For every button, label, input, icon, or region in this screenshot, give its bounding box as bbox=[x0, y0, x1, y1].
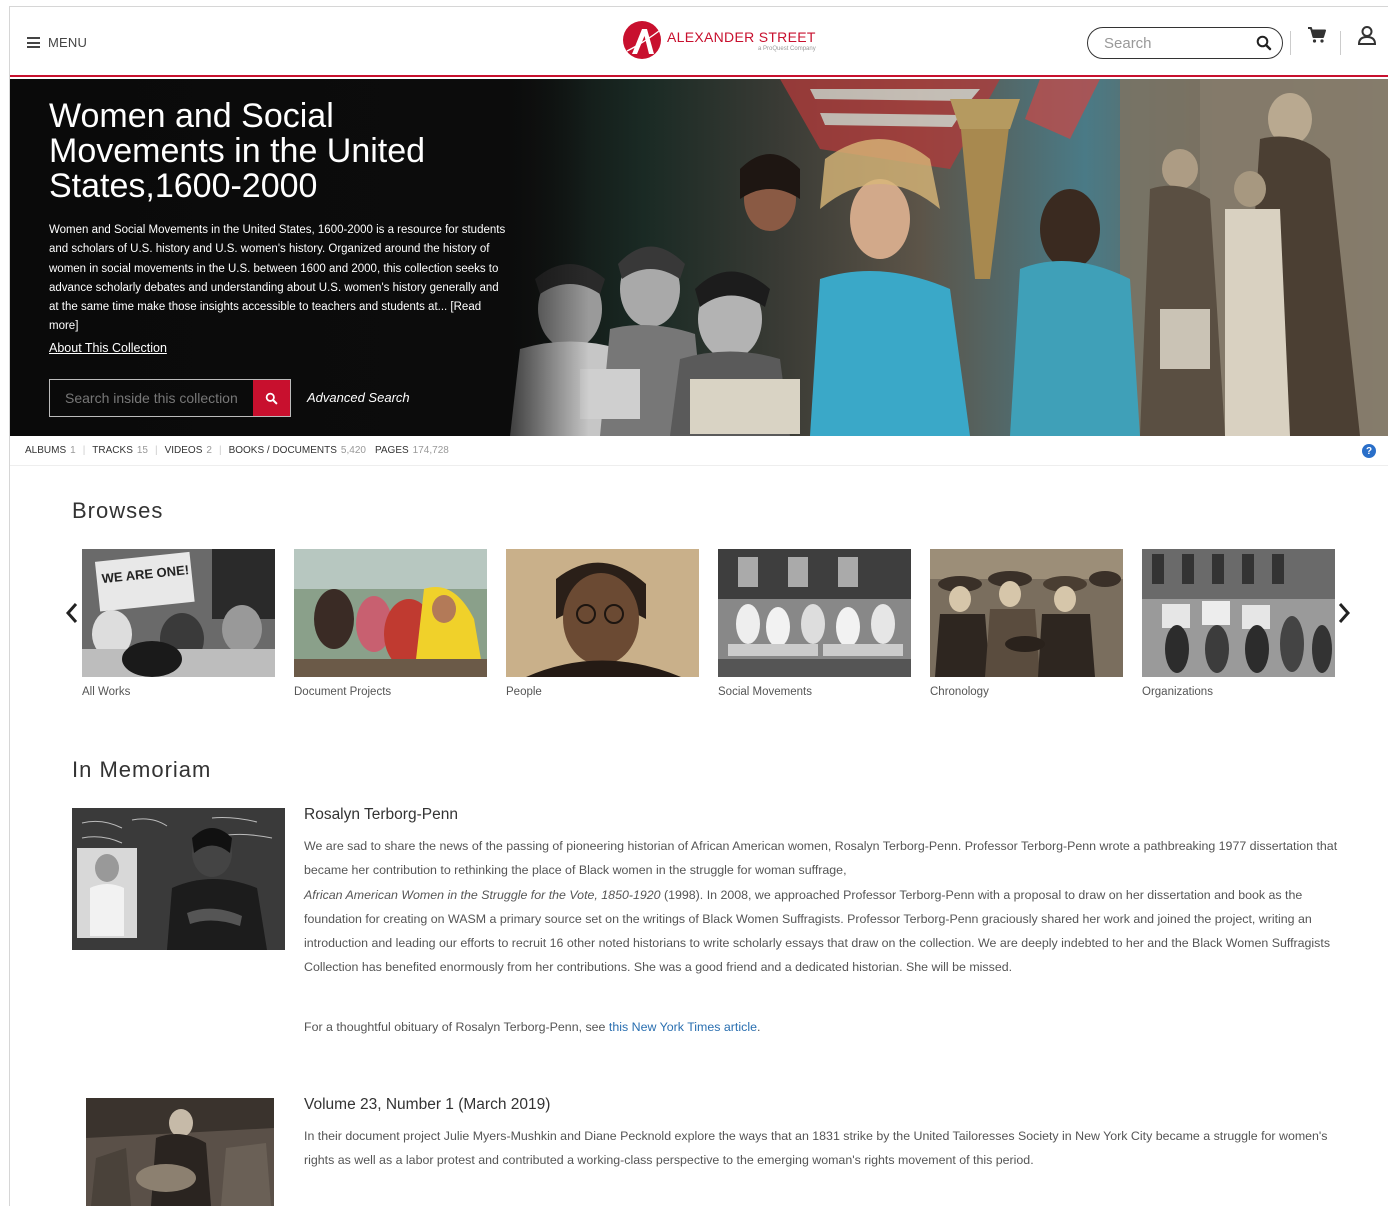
cart-icon[interactable] bbox=[1307, 26, 1327, 44]
chronology-image bbox=[930, 549, 1123, 677]
browse-label: All Works bbox=[82, 686, 131, 698]
stat-divider: | bbox=[82, 445, 86, 456]
browse-label: Chronology bbox=[930, 686, 989, 698]
browse-card-people[interactable]: People bbox=[506, 549, 699, 698]
terborg-penn-photo bbox=[72, 808, 285, 950]
browse-card-document-projects[interactable]: Document Projects bbox=[294, 549, 487, 698]
collection-title: Women and Social Movements in the United… bbox=[49, 97, 426, 205]
browse-card-chronology[interactable]: Chronology bbox=[930, 549, 1123, 698]
nyt-article-link[interactable]: this New York Times article bbox=[609, 1020, 757, 1034]
advanced-search-link[interactable]: Advanced Search bbox=[307, 390, 410, 405]
collection-search-input[interactable] bbox=[50, 380, 253, 416]
site-search bbox=[1087, 27, 1283, 59]
stat-divider: | bbox=[154, 445, 158, 456]
alexander-street-logo[interactable]: ALEXANDER STREET a ProQuest Company bbox=[623, 21, 816, 59]
header-divider bbox=[1290, 31, 1291, 55]
stat-albums[interactable]: ALBUMS 1 bbox=[25, 445, 76, 456]
in-memoriam-heading: In Memoriam bbox=[72, 757, 212, 782]
carousel-prev-arrow-icon[interactable] bbox=[65, 601, 79, 625]
logo-name: ALEXANDER STREET bbox=[667, 28, 816, 45]
search-icon[interactable] bbox=[1256, 35, 1272, 51]
browse-label: Social Movements bbox=[718, 686, 812, 698]
site-search-input[interactable] bbox=[1104, 34, 1254, 52]
content-stats-bar: ALBUMS 1 | TRACKS 15 | VIDEOS 2 | BOOKS / D… bbox=[10, 436, 1388, 466]
user-icon[interactable] bbox=[1357, 25, 1377, 45]
collection-search-button[interactable] bbox=[253, 380, 290, 416]
volume-23-image bbox=[86, 1098, 274, 1206]
browse-label: Organizations bbox=[1142, 686, 1213, 698]
social-movements-image bbox=[718, 549, 911, 677]
memoriam-entry-text: We are sad to share the news of the pass… bbox=[304, 839, 1338, 975]
organizations-image bbox=[1142, 549, 1335, 677]
hero-banner: Women and Social Movements in the United… bbox=[10, 79, 1388, 436]
browses-heading: Browses bbox=[72, 498, 164, 523]
memoriam-entry-text: In their document project Julie Myers-Mu… bbox=[304, 1129, 1328, 1168]
memoriam-obituary-text: For a thoughtful obituary of Rosalyn Ter… bbox=[304, 1020, 761, 1034]
stat-tracks[interactable]: TRACKS 15 bbox=[92, 445, 148, 456]
menu-button[interactable]: MENU bbox=[27, 35, 87, 50]
site-header: MENU ALEXANDER STREET a ProQuest Company bbox=[10, 7, 1388, 77]
browse-label: Document Projects bbox=[294, 686, 392, 698]
logo-mark-icon bbox=[623, 21, 661, 59]
document-projects-image bbox=[294, 549, 487, 677]
stat-videos[interactable]: VIDEOS 2 bbox=[165, 445, 212, 456]
browse-label: People bbox=[506, 686, 542, 698]
stat-pages[interactable]: PAGES 174,728 bbox=[375, 445, 449, 456]
memoriam-entry-title[interactable]: Rosalyn Terborg-Penn bbox=[304, 806, 458, 824]
logo-subtitle: a ProQuest Company bbox=[758, 45, 816, 52]
search-icon bbox=[265, 392, 278, 404]
collection-description: Women and Social Movements in the United… bbox=[49, 224, 506, 333]
stat-divider: | bbox=[218, 445, 222, 456]
about-collection-link[interactable]: About This Collection bbox=[49, 341, 167, 355]
carousel-next-arrow-icon[interactable] bbox=[1337, 601, 1351, 625]
collection-search bbox=[49, 379, 291, 417]
browse-card-all-works[interactable]: WE ARE ONE! All Works bbox=[82, 549, 275, 698]
memoriam-entry-title[interactable]: Volume 23, Number 1 (March 2019) bbox=[304, 1096, 550, 1114]
browse-card-organizations[interactable]: Organizations bbox=[1142, 549, 1335, 698]
menu-label: MENU bbox=[48, 35, 88, 50]
help-icon[interactable]: ? bbox=[1362, 444, 1376, 458]
header-divider bbox=[1340, 31, 1341, 55]
hamburger-icon bbox=[27, 37, 40, 48]
all-works-image: WE ARE ONE! bbox=[82, 549, 275, 677]
hero-collage-image bbox=[480, 79, 1388, 436]
people-image bbox=[506, 549, 699, 677]
browse-card-social-movements[interactable]: Social Movements bbox=[718, 549, 911, 698]
stat-books-documents[interactable]: BOOKS / DOCUMENTS 5,420 bbox=[229, 445, 366, 456]
